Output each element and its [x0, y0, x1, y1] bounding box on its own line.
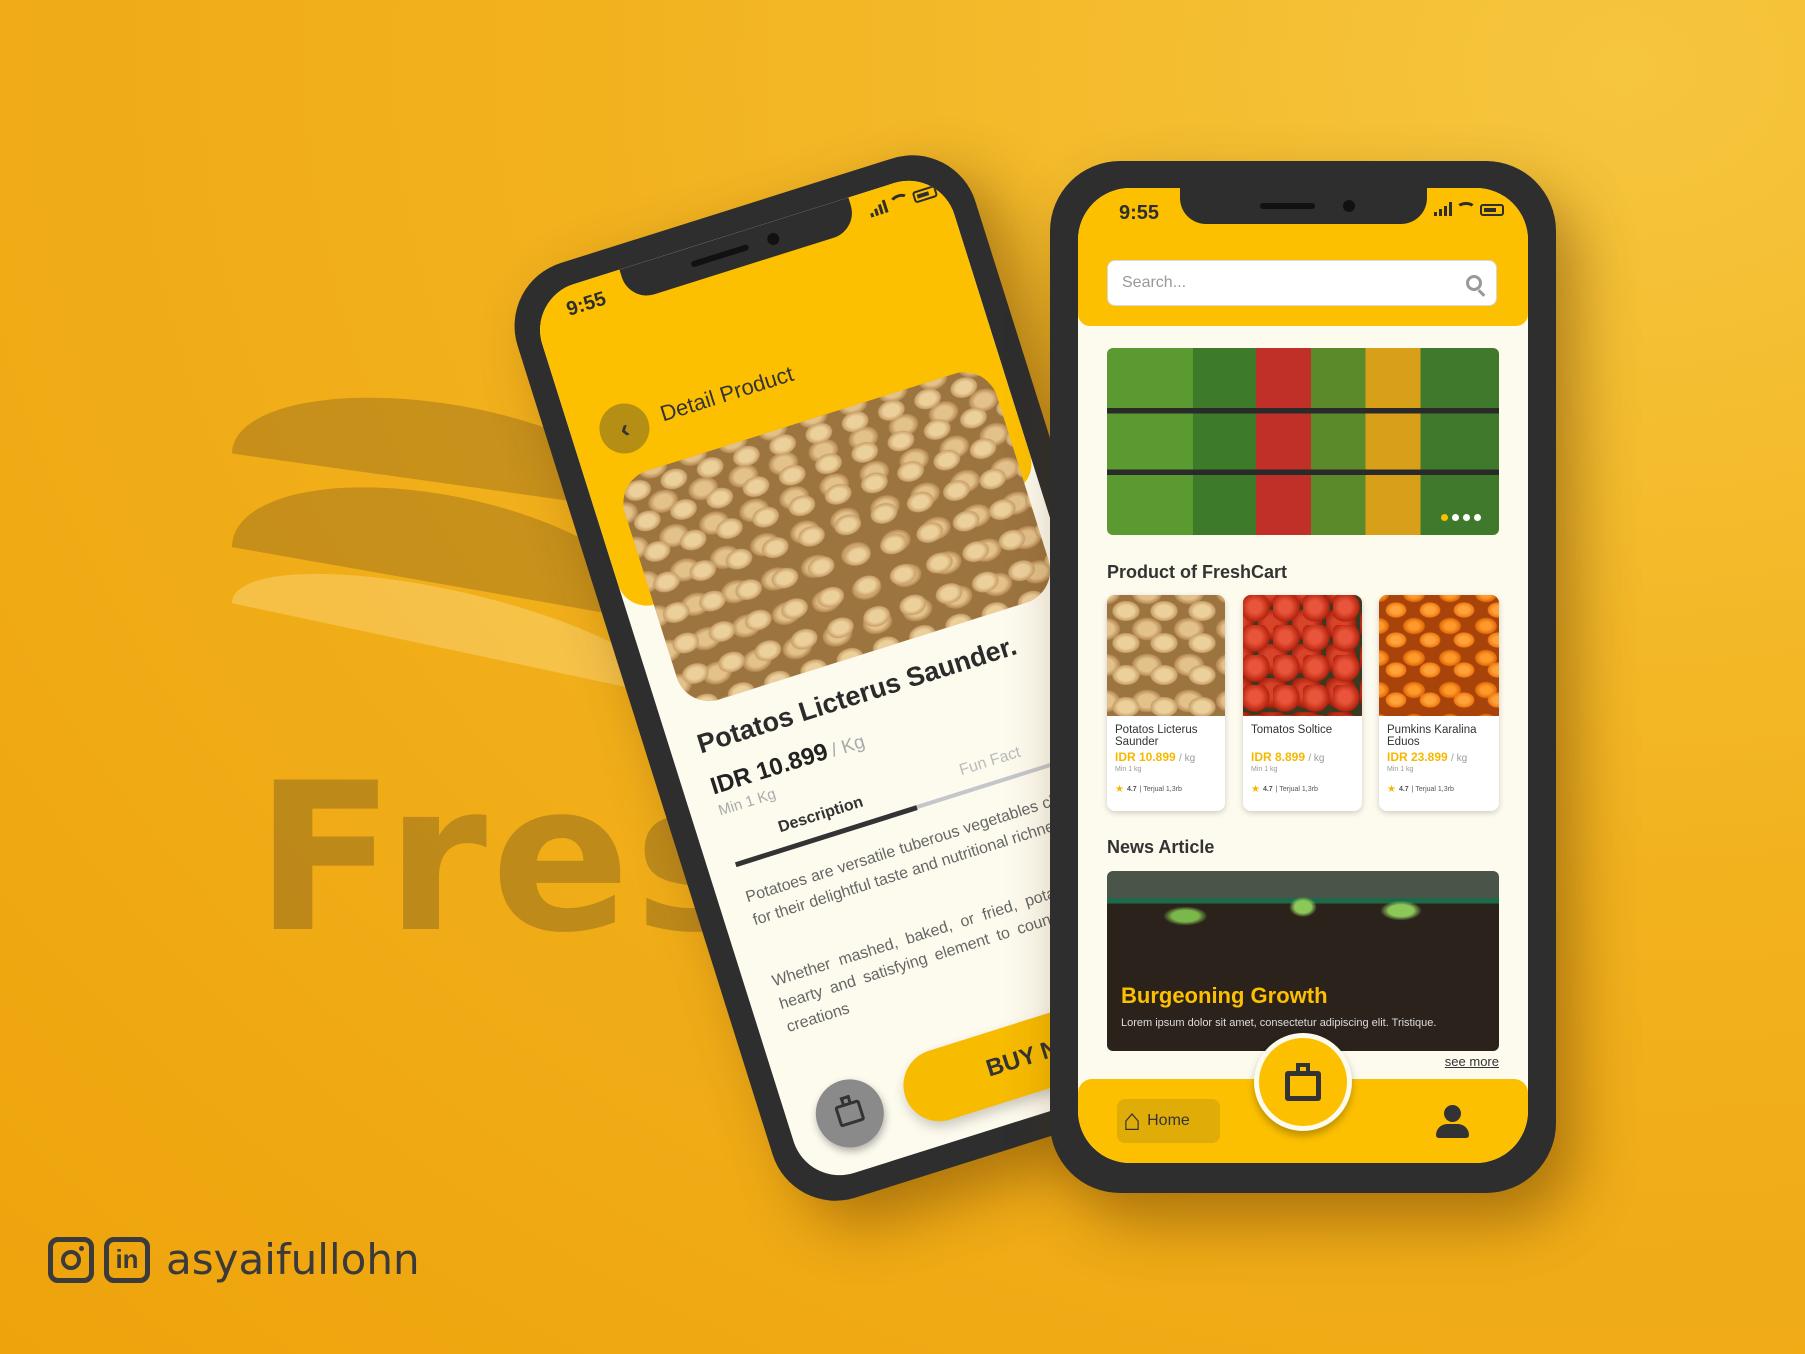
product-name: Pumkins Karalina Eduos	[1387, 724, 1477, 748]
linkedin-glyph: in	[115, 1244, 139, 1274]
nav-home[interactable]: ⌂ Home	[1117, 1099, 1220, 1143]
product-card[interactable]: Pumkins Karalina Eduos IDR 23.899 / kg M…	[1379, 595, 1499, 811]
search-placeholder: Search...	[1122, 274, 1187, 291]
see-more-link[interactable]: see more	[1445, 1054, 1499, 1069]
star-icon: ★	[1115, 784, 1124, 795]
product-card[interactable]: Tomatos Soltice IDR 8.899 / kg Min 1 kg …	[1243, 595, 1362, 811]
news-headline: Burgeoning Growth	[1121, 983, 1328, 1008]
banner-pagination[interactable]	[1441, 514, 1481, 521]
news-card[interactable]: Burgeoning Growth Lorem ipsum dolor sit …	[1107, 871, 1499, 1051]
product-name: Potatos Licterus Saunder	[1115, 724, 1198, 748]
pagination-dot-active	[1441, 514, 1448, 521]
product-thumbnail	[1107, 595, 1225, 716]
author-handle: asyaifullohn	[166, 1235, 420, 1284]
signal-icon	[1434, 202, 1452, 216]
product-price: IDR 8.899	[1251, 750, 1306, 764]
product-name: Tomatos Soltice	[1251, 724, 1333, 736]
status-time: 9:55	[1119, 202, 1160, 224]
products-section-title: Product of FreshCart	[1107, 562, 1288, 582]
battery-icon	[1480, 204, 1504, 216]
chevron-left-icon: ‹	[615, 412, 633, 444]
linkedin-icon[interactable]: in	[104, 1236, 150, 1283]
news-section-title: News Article	[1107, 837, 1215, 857]
bag-button[interactable]	[807, 1070, 893, 1157]
product-price: IDR 10.899	[1115, 750, 1176, 764]
nav-profile[interactable]	[1434, 1105, 1470, 1141]
product-unit: / kg	[1308, 753, 1325, 764]
product-unit: / kg	[1179, 753, 1196, 764]
star-icon: ★	[1387, 784, 1396, 795]
search-icon[interactable]	[1466, 275, 1486, 297]
product-min-order: Min 1 kg	[1115, 766, 1142, 773]
nav-home-label: Home	[1147, 1112, 1190, 1129]
shopping-bag-icon	[834, 1094, 866, 1128]
product-rating: 4.7	[1262, 786, 1273, 793]
home-icon: ⌂	[1123, 1104, 1142, 1137]
news-summary: Lorem ipsum dolor sit amet, consectetur …	[1121, 1017, 1437, 1029]
product-min-order: Min 1 kg	[1387, 766, 1414, 773]
product-unit: / kg	[1451, 753, 1468, 764]
shopping-bag-icon	[1285, 1063, 1321, 1101]
product-rating: 4.7	[1398, 786, 1409, 793]
home-phone: 9:55 Search... Product of FreshCart Pota…	[1050, 161, 1556, 1193]
pagination-dot	[1463, 514, 1470, 521]
search-input[interactable]: Search...	[1107, 260, 1497, 306]
product-min-order: Min 1 kg	[1251, 766, 1278, 773]
status-icons	[1434, 202, 1504, 216]
home-screen: 9:55 Search... Product of FreshCart Pota…	[1078, 188, 1528, 1163]
pagination-dot	[1474, 514, 1481, 521]
promo-banner[interactable]	[1107, 348, 1499, 535]
product-price: IDR 23.899	[1387, 750, 1448, 764]
author-credit: in asyaifullohn	[48, 1235, 420, 1284]
star-icon: ★	[1251, 784, 1260, 795]
product-card[interactable]: Potatos Licterus Saunder IDR 10.899 / kg…	[1107, 595, 1225, 811]
product-thumbnail	[1379, 595, 1499, 716]
instagram-icon[interactable]	[48, 1236, 94, 1283]
wifi-icon	[1456, 202, 1476, 216]
product-rating: 4.7	[1126, 786, 1137, 793]
product-sold: | Terjual 1,3rb	[1139, 786, 1182, 793]
cart-button[interactable]	[1254, 1033, 1352, 1131]
pagination-dot	[1452, 514, 1459, 521]
product-sold: | Terjual 1,3rb	[1275, 786, 1318, 793]
product-sold: | Terjual 1,3rb	[1411, 786, 1454, 793]
product-thumbnail	[1243, 595, 1362, 716]
product-unit: / Kg	[828, 731, 868, 762]
